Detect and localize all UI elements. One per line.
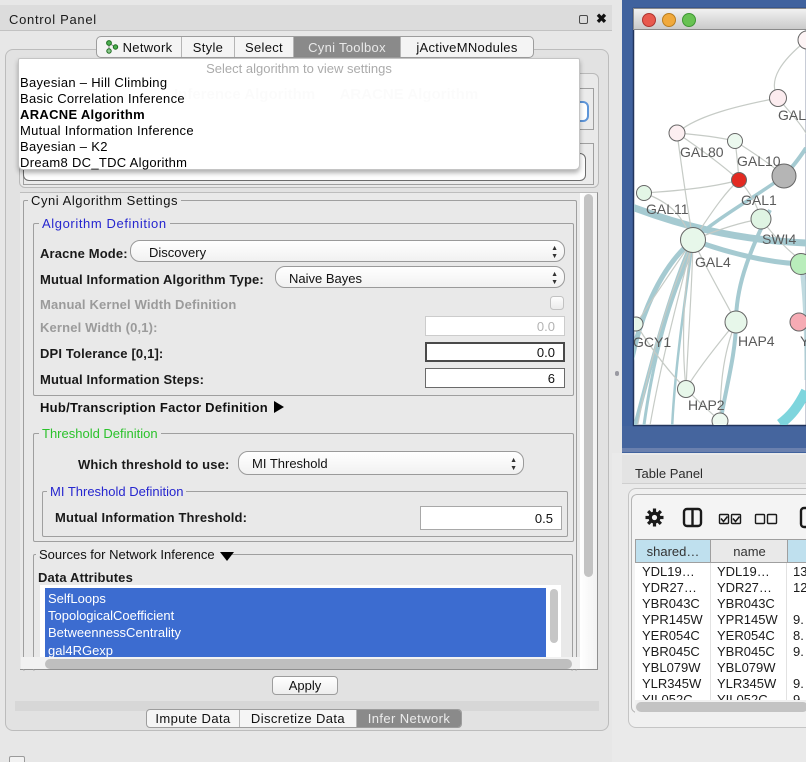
svg-text:HAP4: HAP4: [738, 333, 775, 349]
svg-text:GCY1: GCY1: [633, 334, 671, 350]
svg-text:GAL10: GAL10: [737, 153, 781, 169]
svg-text:GAL4: GAL4: [695, 254, 731, 270]
svg-text:SWI4: SWI4: [762, 231, 796, 247]
svg-text:GAL1: GAL1: [741, 192, 777, 208]
svg-text:GAL80: GAL80: [680, 144, 724, 160]
svg-text:HAP2: HAP2: [688, 397, 725, 413]
svg-text:GAL11: GAL11: [646, 201, 689, 217]
svg-text:GAL: GAL: [778, 107, 806, 123]
svg-text:Y: Y: [800, 333, 806, 349]
